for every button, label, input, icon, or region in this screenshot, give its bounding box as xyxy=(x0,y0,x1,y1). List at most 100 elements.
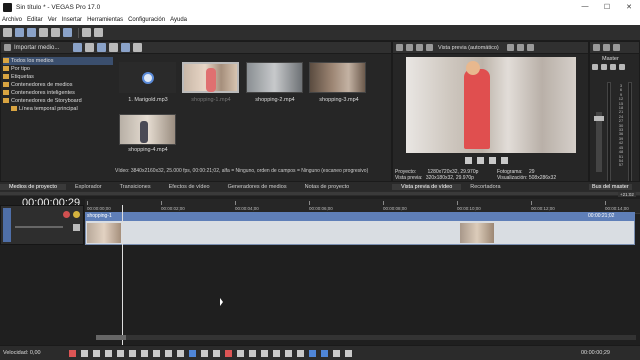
preview-quality-dropdown[interactable]: Vista previa (automático) xyxy=(438,45,499,51)
crossfade-icon[interactable] xyxy=(320,349,328,357)
gear-icon[interactable] xyxy=(396,44,403,51)
tab-efectos-video[interactable]: Efectos de vídeo xyxy=(160,184,219,190)
play-icon[interactable] xyxy=(104,349,112,357)
tree-todos-los-medios[interactable]: Todos los medios xyxy=(3,57,113,65)
normal-edit-tool-icon[interactable] xyxy=(188,349,196,357)
envelope-tool-icon[interactable] xyxy=(200,349,208,357)
zoom-icon[interactable] xyxy=(344,349,352,357)
loop-icon[interactable] xyxy=(80,349,88,357)
lock-icon[interactable] xyxy=(284,349,292,357)
minimize-button[interactable]: — xyxy=(574,3,596,11)
region-icon[interactable] xyxy=(272,349,280,357)
pause-icon[interactable] xyxy=(477,157,484,164)
play-preview-icon[interactable] xyxy=(109,43,119,52)
go-to-end-icon[interactable] xyxy=(152,349,160,357)
redo-icon[interactable] xyxy=(94,28,103,37)
capture-icon[interactable] xyxy=(73,43,83,52)
fx-icon[interactable] xyxy=(603,44,610,51)
grid-icon[interactable] xyxy=(526,44,534,51)
gear-icon[interactable] xyxy=(593,44,600,51)
stop-icon[interactable] xyxy=(128,349,136,357)
video-thumbnail[interactable] xyxy=(246,62,303,93)
menu-ver[interactable]: Ver xyxy=(48,17,57,23)
render-icon[interactable] xyxy=(39,28,48,37)
tab-vista-previa[interactable]: Vista previa de vídeo xyxy=(392,183,462,190)
tree-contenedores-inteligentes[interactable]: Contenedores inteligentes xyxy=(3,89,113,97)
properties-icon[interactable] xyxy=(97,43,107,52)
stop-icon[interactable] xyxy=(489,157,496,164)
tab-recortadora[interactable]: Recortadora xyxy=(461,184,509,190)
play-icon[interactable] xyxy=(465,157,472,164)
menu-archivo[interactable]: Archivo xyxy=(2,17,22,23)
menu-editar[interactable]: Editar xyxy=(27,17,43,23)
trim-icon[interactable] xyxy=(236,349,244,357)
views-icon[interactable] xyxy=(121,43,131,52)
tree-linea-temporal[interactable]: Línea temporal principal xyxy=(3,105,113,113)
settings-icon[interactable] xyxy=(613,44,620,51)
tree-contenedores-medios[interactable]: Contenedores de medios xyxy=(3,81,113,89)
fx-icon[interactable] xyxy=(416,44,423,51)
undo-icon[interactable] xyxy=(82,28,91,37)
level-slider[interactable] xyxy=(15,226,63,228)
compositing-icon[interactable] xyxy=(73,224,80,231)
maximize-button[interactable]: ☐ xyxy=(596,3,618,11)
mute-icon[interactable] xyxy=(63,211,70,218)
open-icon[interactable] xyxy=(15,28,24,37)
delete-icon[interactable] xyxy=(224,349,232,357)
menu-herramientas[interactable]: Herramientas xyxy=(87,17,123,23)
track-color-strip[interactable] xyxy=(3,208,11,242)
audio-file-thumb[interactable] xyxy=(119,62,176,93)
import-media-button[interactable]: Importar medio... xyxy=(14,45,59,51)
menu-configuracion[interactable]: Configuración xyxy=(128,17,165,23)
gear-icon[interactable] xyxy=(601,64,607,70)
marker-icon[interactable] xyxy=(260,349,268,357)
split-icon[interactable] xyxy=(248,349,256,357)
settings-icon[interactable] xyxy=(619,64,625,70)
close-button[interactable]: ✕ xyxy=(618,3,640,11)
settings-icon[interactable] xyxy=(51,28,60,37)
record-icon[interactable] xyxy=(68,349,76,357)
video-thumbnail[interactable] xyxy=(182,62,239,93)
settings-icon[interactable] xyxy=(610,64,616,70)
snap-icon[interactable] xyxy=(296,349,304,357)
play-from-start-icon[interactable] xyxy=(92,349,100,357)
video-thumbnail[interactable] xyxy=(309,62,366,93)
horizontal-scrollbar[interactable] xyxy=(96,335,636,340)
menu-insertar[interactable]: Insertar xyxy=(62,17,82,23)
prev-frame-icon[interactable] xyxy=(164,349,172,357)
tree-etiquetas[interactable]: Etiquetas xyxy=(3,73,113,81)
splitter[interactable] xyxy=(0,192,640,195)
tab-generadores[interactable]: Generadores de medios xyxy=(219,184,296,190)
playhead-cursor[interactable] xyxy=(122,205,123,345)
search-icon[interactable] xyxy=(133,43,143,52)
tree-contenedores-storyboard[interactable]: Contenedores de Storyboard xyxy=(3,97,113,105)
go-to-start-icon[interactable] xyxy=(140,349,148,357)
save-icon[interactable] xyxy=(27,28,36,37)
scrollbar-thumb[interactable] xyxy=(96,335,126,340)
fx-icon[interactable] xyxy=(592,64,598,70)
master-fader-handle[interactable] xyxy=(594,116,604,121)
copy-snapshot-icon[interactable] xyxy=(506,44,514,51)
tab-notas[interactable]: Notas de proyecto xyxy=(296,184,359,190)
tree-por-tipo[interactable]: Por tipo xyxy=(3,65,113,73)
save-snapshot-icon[interactable] xyxy=(516,44,524,51)
menu-ayuda[interactable]: Ayuda xyxy=(170,17,187,23)
import-media-icon[interactable] xyxy=(4,44,11,51)
split-screen-icon[interactable] xyxy=(406,44,413,51)
menu-icon[interactable] xyxy=(501,157,508,164)
selection-tool-icon[interactable] xyxy=(212,349,220,357)
pause-icon[interactable] xyxy=(116,349,124,357)
remove-icon[interactable] xyxy=(85,43,95,52)
auto-ripple-icon[interactable] xyxy=(308,349,316,357)
fx-icon[interactable] xyxy=(332,349,340,357)
tab-transiciones[interactable]: Transiciones xyxy=(111,184,160,190)
tab-explorador[interactable]: Explorador xyxy=(66,184,111,190)
solo-icon[interactable] xyxy=(73,211,80,218)
next-frame-icon[interactable] xyxy=(176,349,184,357)
video-thumbnail[interactable] xyxy=(119,114,176,145)
new-project-icon[interactable] xyxy=(3,28,12,37)
import-icon[interactable] xyxy=(63,28,72,37)
tab-bus-master[interactable]: Bus del master xyxy=(589,183,632,190)
overlay-icon[interactable] xyxy=(426,44,433,51)
master-fader-track[interactable] xyxy=(594,112,604,172)
